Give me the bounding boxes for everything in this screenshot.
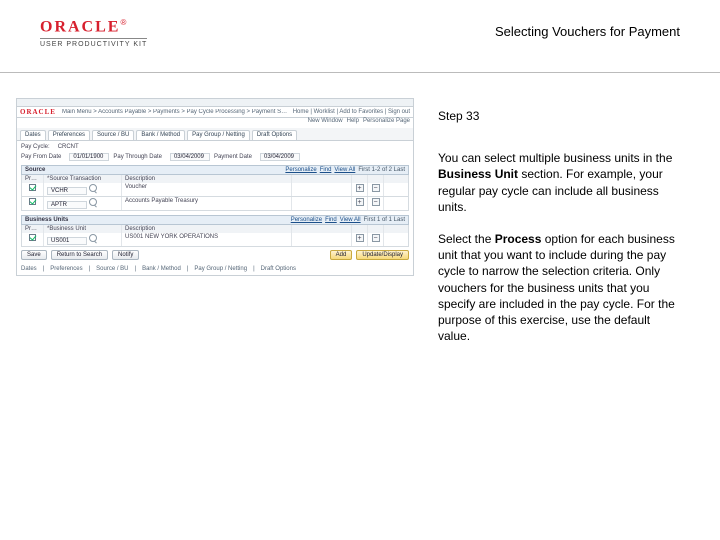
lookup-icon[interactable] [89, 234, 97, 242]
paycycle-value: CRCNT [58, 144, 79, 150]
tab-draft-options[interactable]: Draft Options [252, 130, 297, 140]
source-personalize[interactable]: Personalize [285, 167, 316, 173]
tab-bank-method[interactable]: Bank / Method [136, 130, 185, 140]
tab-paygroup-netting[interactable]: Pay Group / Netting [187, 130, 250, 140]
instruction-p1: You can select multiple business units i… [438, 150, 680, 215]
tab-preferences[interactable]: Preferences [48, 130, 90, 140]
app-tabs: Dates Preferences Source / BU Bank / Met… [16, 128, 414, 141]
p1b: Business Unit [438, 167, 518, 181]
footer-draft-options[interactable]: Draft Options [261, 266, 296, 272]
add-row-icon[interactable]: + [356, 198, 364, 206]
tab-source-bu[interactable]: Source / BU [92, 130, 134, 140]
add-row-icon[interactable]: + [356, 234, 364, 242]
breadcrumb[interactable]: Main Menu > Accounts Payable > Payments … [62, 109, 289, 115]
bu-find[interactable]: Find [325, 217, 337, 223]
source-gridbar: Source Personalize Find View All First 1… [21, 165, 409, 175]
source-trans-input[interactable]: VCHR [47, 187, 87, 195]
bu-gridbar: Business Units Personalize Find View All… [21, 215, 409, 225]
app-panel: Pay Cycle: CRCNT Pay From Date 01/01/190… [16, 141, 414, 276]
p2b: Process [495, 232, 542, 246]
notify-button[interactable]: Notify [112, 250, 139, 260]
footer-paygroup-netting[interactable]: Pay Group / Netting [194, 266, 247, 272]
paythru-input[interactable]: 03/04/2009 [170, 153, 210, 161]
payfrom-input[interactable]: 01/01/1900 [69, 153, 109, 161]
bu-personalize[interactable]: Personalize [291, 217, 322, 223]
footer-bank-method[interactable]: Bank / Method [142, 266, 181, 272]
header-divider [0, 72, 720, 73]
source-desc: Voucher [122, 183, 292, 196]
bu-col-process: Process [22, 225, 44, 233]
source-viewall[interactable]: View All [334, 167, 355, 173]
app-screenshot: ORACLE Main Menu > Accounts Payable > Pa… [0, 88, 420, 526]
bu-grid-header: Process *Business Unit Description [21, 225, 409, 233]
table-row: APTR Accounts Payable Treasury + − [21, 197, 409, 211]
app-footer-links: Dates | Preferences | Source / BU | Bank… [21, 266, 409, 272]
source-range: First 1-2 of 2 Last [358, 167, 405, 173]
p2c: option for each business unit that you w… [438, 232, 675, 343]
add-row-icon[interactable]: + [356, 184, 364, 192]
paycycle-label: Pay Cycle: [21, 144, 50, 150]
payfrom-label: Pay From Date [21, 154, 61, 160]
bu-col-unit: *Business Unit [44, 225, 122, 233]
source-col-desc: Description [122, 175, 292, 183]
source-find[interactable]: Find [320, 167, 332, 173]
paydate-label: Payment Date [214, 154, 252, 160]
footer-dates[interactable]: Dates [21, 266, 37, 272]
subnav-help[interactable]: Help [347, 118, 359, 128]
lookup-icon[interactable] [89, 184, 97, 192]
instruction-p2: Select the Process option for each busin… [438, 231, 680, 344]
add-button[interactable]: Add [330, 250, 353, 260]
bu-viewall[interactable]: View All [340, 217, 361, 223]
p2a: Select the [438, 232, 495, 246]
reg-mark: ® [120, 18, 126, 27]
brand-word: ORACLE [40, 18, 120, 35]
source-title: Source [25, 167, 45, 173]
bu-desc: US001 NEW YORK OPERATIONS [122, 233, 292, 246]
app-brand-mini: ORACLE [20, 108, 56, 116]
instruction-panel: Step 33 You can select multiple business… [420, 88, 686, 526]
subnav-new-window[interactable]: New Window [308, 118, 343, 128]
source-grid-header: Process *Source Transaction Description [21, 175, 409, 183]
bu-title: Business Units [25, 217, 68, 223]
source-desc: Accounts Payable Treasury [122, 197, 292, 210]
bu-col-desc: Description [122, 225, 292, 233]
return-button[interactable]: Return to Search [51, 250, 108, 260]
bu-input[interactable]: US001 [47, 237, 87, 245]
paythru-label: Pay Through Date [113, 154, 162, 160]
app-top-links[interactable]: Home | Worklist | Add to Favorites | Sig… [293, 109, 410, 115]
table-row: US001 US001 NEW YORK OPERATIONS + − [21, 233, 409, 247]
paydate-input[interactable]: 03/04/2009 [260, 153, 300, 161]
save-button[interactable]: Save [21, 250, 47, 260]
process-checkbox[interactable] [29, 184, 36, 191]
button-row: Save Return to Search Notify Add Update/… [21, 247, 409, 260]
footer-source-bu[interactable]: Source / BU [96, 266, 128, 272]
source-trans-input[interactable]: APTR [47, 201, 87, 209]
footer-preferences[interactable]: Preferences [50, 266, 82, 272]
step-number: Step 33 [438, 108, 680, 124]
p1a: You can select multiple business units i… [438, 151, 672, 165]
app-titlebar [16, 98, 414, 106]
delete-row-icon[interactable]: − [372, 198, 380, 206]
source-col-process: Process [22, 175, 44, 183]
source-col-trans: *Source Transaction [44, 175, 122, 183]
tab-dates[interactable]: Dates [20, 130, 46, 140]
app-subnav: New Window Help Personalize Page [16, 118, 414, 128]
delete-row-icon[interactable]: − [372, 184, 380, 192]
update-button[interactable]: Update/Display [356, 250, 409, 260]
brand-sub: USER PRODUCTIVITY KIT [40, 38, 147, 48]
oracle-brand: ORACLE® USER PRODUCTIVITY KIT [40, 18, 147, 48]
lookup-icon[interactable] [89, 198, 97, 206]
bu-range: First 1 of 1 Last [364, 217, 405, 223]
process-checkbox[interactable] [29, 198, 36, 205]
delete-row-icon[interactable]: − [372, 234, 380, 242]
process-checkbox[interactable] [29, 234, 36, 241]
subnav-personalize[interactable]: Personalize Page [363, 118, 410, 128]
page-title: Selecting Vouchers for Payment [495, 24, 680, 39]
table-row: VCHR Voucher + − [21, 183, 409, 197]
app-navbar: ORACLE Main Menu > Accounts Payable > Pa… [16, 106, 414, 118]
